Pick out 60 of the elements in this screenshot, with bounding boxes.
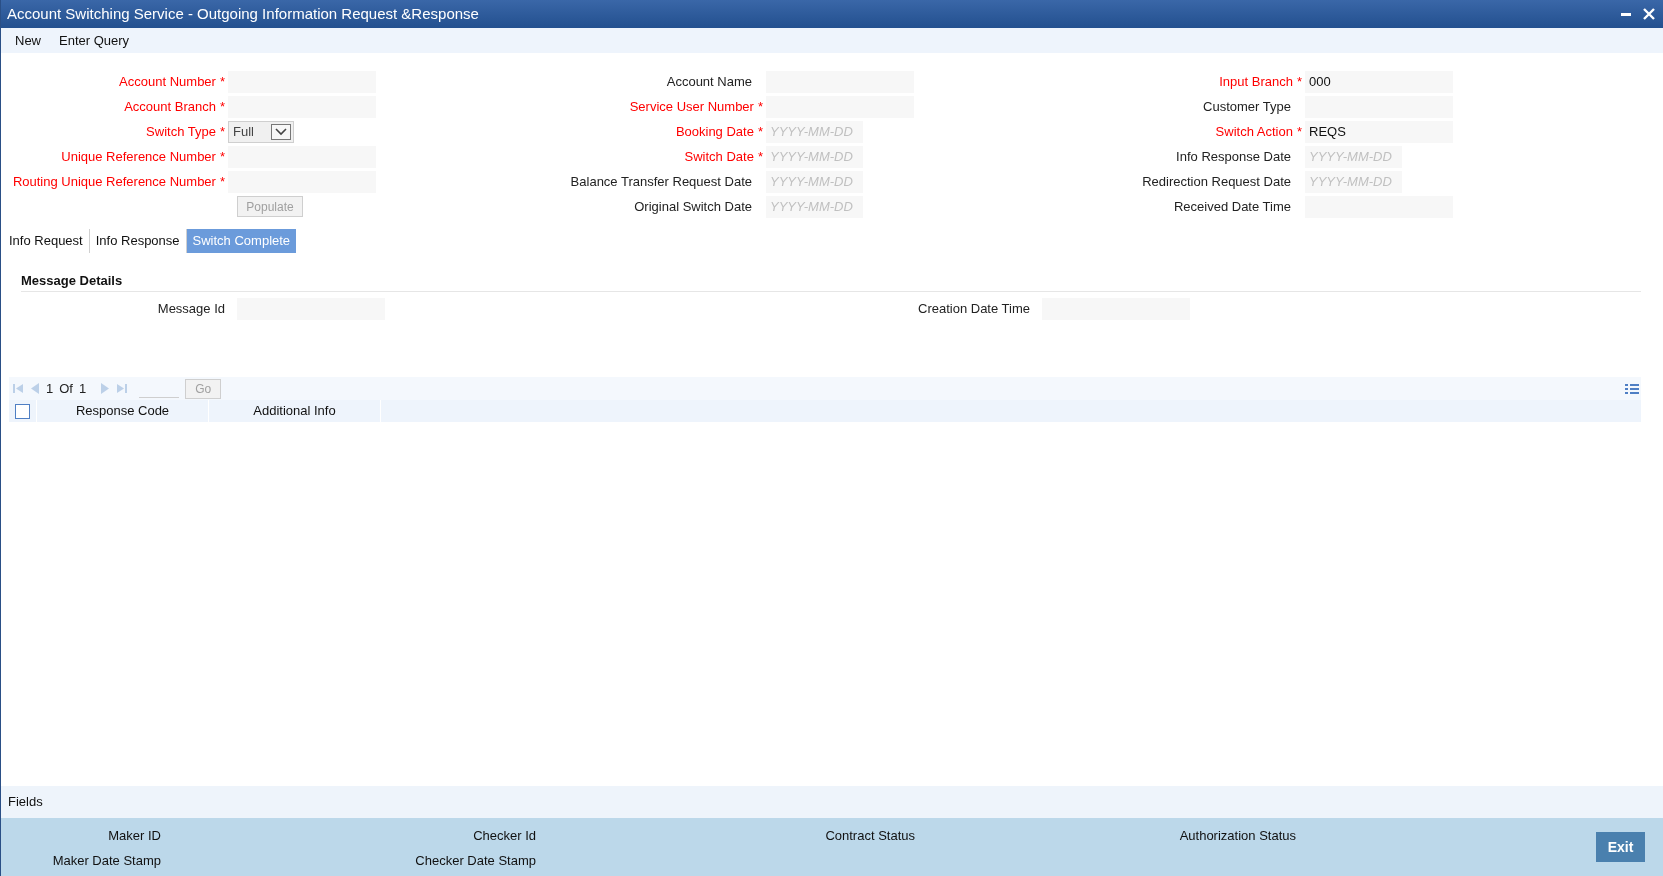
list-view-icon[interactable] <box>1625 382 1639 395</box>
field-label: Creation Date Time <box>918 299 1030 318</box>
chevron-down-icon <box>271 123 291 140</box>
last-page-icon[interactable] <box>116 383 128 394</box>
field-label: Switch Date <box>684 147 754 166</box>
column-header: Additional Info <box>253 402 336 421</box>
field-label: Original Switch Date <box>634 197 752 216</box>
field-label: Account Name <box>666 72 752 91</box>
next-page-icon[interactable] <box>100 383 111 394</box>
field-label: Unique Reference Number <box>61 147 216 166</box>
field-label: Account Number <box>119 72 216 91</box>
audit-label: Authorization Status <box>1179 827 1296 845</box>
field-label: Received Date Time <box>1173 197 1291 216</box>
field-label: Balance Transfer Request Date <box>570 172 752 191</box>
exit-button[interactable]: Exit <box>1596 832 1645 862</box>
page-total: 1 <box>78 379 87 398</box>
field-label: Input Branch <box>1219 72 1293 91</box>
field-label: Switch Action <box>1215 122 1293 141</box>
field-label: Customer Type <box>1203 97 1291 116</box>
field-label: Redirection Request Date <box>1142 172 1291 191</box>
field-label: Account Branch <box>124 97 216 116</box>
page-of: Of <box>59 379 73 398</box>
required-marker: * <box>219 97 225 116</box>
menu-item[interactable]: Enter Query <box>59 30 130 51</box>
field-label: Booking Date <box>675 122 754 141</box>
section-title: Message Details <box>21 271 123 290</box>
previous-page-icon[interactable] <box>30 383 40 394</box>
field-label: Service User Number <box>629 97 754 116</box>
close-icon[interactable] <box>1643 8 1655 20</box>
fields-label: Fields <box>8 793 43 812</box>
field-label: Switch Type <box>146 122 216 141</box>
tab[interactable]: Info Request <box>3 229 90 253</box>
audit-label: Contract Status <box>825 827 915 845</box>
first-page-icon[interactable] <box>13 383 24 394</box>
field-label: Routing Unique Reference Number <box>12 172 216 191</box>
required-marker: * <box>219 172 225 191</box>
menu-item[interactable]: New <box>15 30 41 51</box>
window-title: Account Switching Service - Outgoing Information Request &Response <box>7 3 479 24</box>
select-all-checkbox[interactable] <box>15 403 30 419</box>
input-field[interactable]: 000 <box>1305 70 1453 93</box>
required-marker: * <box>1296 72 1302 91</box>
required-marker: * <box>219 122 225 141</box>
page-current: 1 <box>46 379 54 398</box>
audit-label: Checker Date Stamp <box>415 851 536 870</box>
required-marker: * <box>1296 122 1302 141</box>
required-marker: * <box>757 97 763 116</box>
required-marker: * <box>219 72 225 91</box>
required-marker: * <box>757 147 763 166</box>
minimize-icon[interactable] <box>1621 12 1631 16</box>
audit-label: Maker Date Stamp <box>52 851 161 870</box>
field-label: Info Response Date <box>1176 147 1291 166</box>
select-field[interactable]: Full <box>228 120 294 143</box>
column-header: Response Code <box>75 402 170 421</box>
audit-label: Maker ID <box>108 827 161 845</box>
audit-label: Checker Id <box>473 827 536 845</box>
input-field[interactable]: REQS <box>1305 120 1453 143</box>
field-label: Message Id <box>157 299 225 318</box>
required-marker: * <box>219 147 225 166</box>
tab[interactable]: Info Response <box>89 229 187 253</box>
required-marker: * <box>757 122 763 141</box>
